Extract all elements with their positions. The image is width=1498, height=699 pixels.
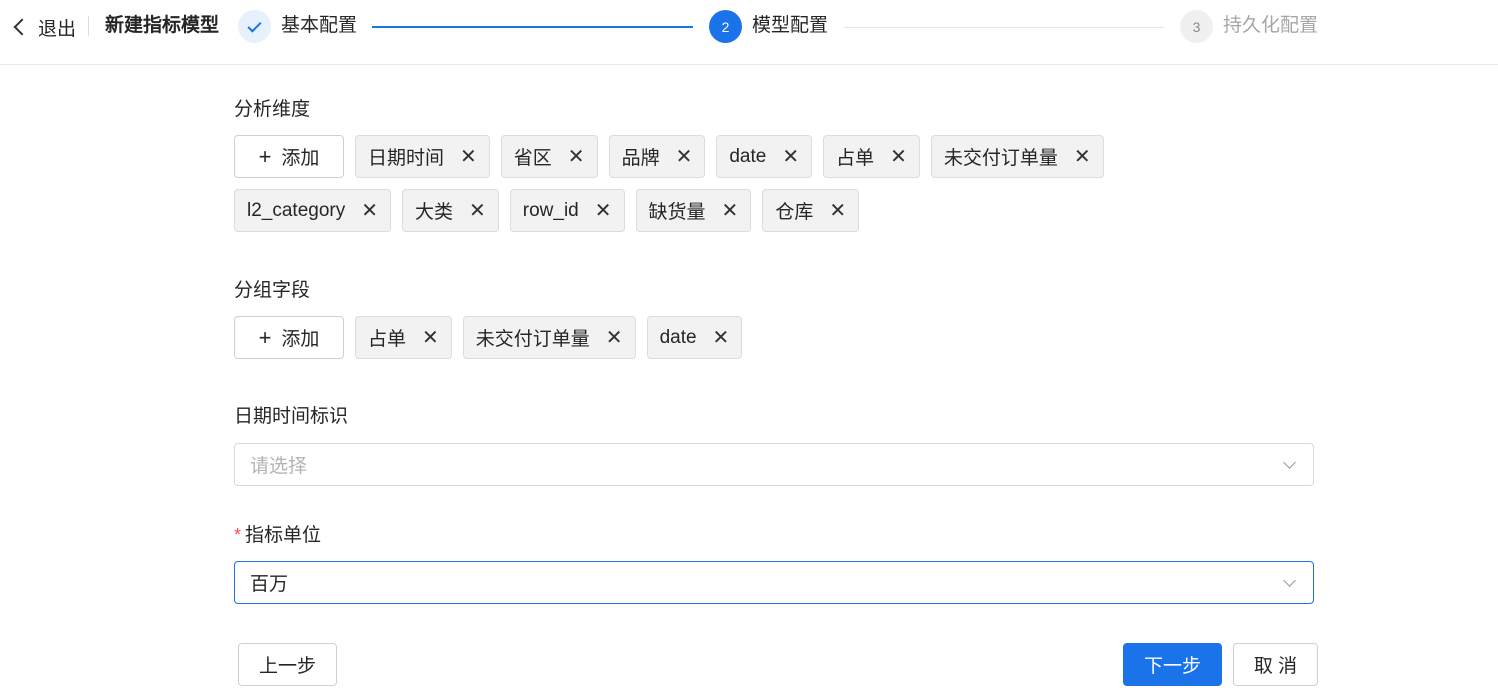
group-fields-label: 分组字段	[234, 280, 311, 301]
datetime-flag-placeholder: 请选择	[250, 456, 308, 477]
close-icon[interactable]: ✕	[422, 328, 439, 348]
unit-label: * 指标单位	[234, 522, 321, 549]
plus-icon: +	[258, 324, 272, 350]
tag-label: 未交付订单量	[943, 148, 1058, 169]
tag-label: 占单	[836, 148, 875, 169]
required-mark: *	[234, 525, 242, 545]
close-icon[interactable]: ✕	[606, 328, 623, 348]
close-icon[interactable]: ✕	[713, 328, 730, 348]
dimensions-tags-row-2: l2_category ✕ 大类 ✕ row_id ✕ 缺货量 ✕ 仓库 ✕	[234, 189, 860, 232]
dimension-tag: 大类 ✕	[402, 189, 499, 232]
header-divider	[88, 16, 89, 36]
chevron-left-icon	[13, 18, 31, 36]
group-fields-tags-row: + 添加 占单 ✕ 未交付订单量 ✕ date ✕	[234, 316, 743, 359]
tag-label: 品牌	[621, 148, 660, 169]
step-connector-2	[844, 27, 1164, 28]
exit-label: 退出	[38, 18, 77, 40]
unit-value: 百万	[250, 574, 289, 595]
group-field-tag: 占单 ✕	[355, 316, 452, 359]
tag-label: date	[659, 326, 697, 348]
add-group-field-button[interactable]: + 添加	[234, 316, 344, 359]
dimensions-tags-row-1: + 添加 日期时间 ✕ 省区 ✕ 品牌 ✕ date ✕ 占单 ✕ 未交付订单量 ✕	[234, 135, 1104, 178]
close-icon[interactable]: ✕	[1074, 147, 1091, 167]
close-icon[interactable]: ✕	[782, 147, 799, 167]
close-icon[interactable]: ✕	[361, 201, 378, 221]
close-icon[interactable]: ✕	[460, 147, 477, 167]
dimension-tag: 省区 ✕	[500, 135, 598, 178]
dimension-tag: row_id ✕	[509, 189, 625, 232]
tag-label: 大类	[415, 202, 454, 223]
dimension-tag: 日期时间 ✕	[355, 135, 490, 178]
top-bar: 退出 新建指标模型 基本配置 2 模型配置 3 持久化配置	[0, 0, 1498, 65]
tag-label: 缺货量	[648, 202, 706, 223]
close-icon[interactable]: ✕	[595, 201, 612, 221]
tag-label: 日期时间	[368, 148, 445, 169]
chevron-down-icon	[1283, 574, 1296, 587]
dimension-tag: l2_category ✕	[234, 189, 391, 232]
step-2-label: 模型配置	[752, 15, 829, 36]
dimension-tag: 未交付订单量 ✕	[930, 135, 1104, 178]
group-field-tag: date ✕	[646, 316, 743, 359]
add-group-field-label: 添加	[281, 329, 320, 350]
next-step-button[interactable]: 下一步	[1123, 643, 1222, 686]
dimension-tag: 仓库 ✕	[762, 189, 860, 232]
close-icon[interactable]: ✕	[469, 201, 486, 221]
datetime-flag-label: 日期时间标识	[234, 406, 349, 427]
datetime-flag-select[interactable]: 请选择	[234, 443, 1314, 486]
close-icon[interactable]: ✕	[890, 147, 907, 167]
tag-label: date	[729, 145, 767, 167]
step-connector-1	[372, 26, 693, 28]
step-1-indicator	[238, 10, 271, 43]
close-icon[interactable]: ✕	[829, 201, 846, 221]
tag-label: 未交付订单量	[475, 329, 590, 350]
page-title: 新建指标模型	[105, 15, 220, 36]
dimension-tag: 品牌 ✕	[608, 135, 706, 178]
exit-button[interactable]: 退出	[10, 13, 76, 41]
group-field-tag: 未交付订单量 ✕	[462, 316, 636, 359]
dimension-tag: 缺货量 ✕	[635, 189, 752, 232]
unit-select[interactable]: 百万	[234, 561, 1314, 604]
cancel-button[interactable]: 取 消	[1233, 643, 1318, 686]
close-icon[interactable]: ✕	[568, 147, 585, 167]
plus-icon: +	[258, 143, 272, 169]
add-dimension-button[interactable]: + 添加	[234, 135, 344, 178]
add-dimension-label: 添加	[281, 148, 320, 169]
tag-label: 仓库	[775, 202, 814, 223]
check-icon	[247, 17, 262, 33]
close-icon[interactable]: ✕	[676, 147, 693, 167]
unit-label-text: 指标单位	[245, 525, 322, 546]
step-3-label: 持久化配置	[1223, 15, 1319, 36]
step-1-label: 基本配置	[281, 15, 358, 36]
prev-step-button[interactable]: 上一步	[238, 643, 337, 686]
dimension-tag: 占单 ✕	[823, 135, 920, 178]
tag-label: l2_category	[247, 199, 346, 221]
tag-label: 省区	[513, 148, 552, 169]
step-3-indicator: 3	[1180, 10, 1213, 43]
close-icon[interactable]: ✕	[722, 201, 739, 221]
tag-label: 占单	[368, 329, 407, 350]
step-2-indicator: 2	[709, 10, 742, 43]
tag-label: row_id	[522, 199, 579, 221]
dimension-tag: date ✕	[716, 135, 813, 178]
dimensions-label: 分析维度	[234, 99, 311, 120]
chevron-down-icon	[1283, 456, 1296, 469]
